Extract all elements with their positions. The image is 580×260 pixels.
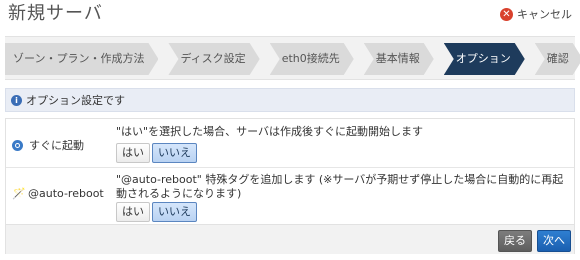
cancel-label: キャンセル (517, 8, 572, 21)
back-button[interactable]: 戻る (498, 230, 532, 252)
option-label: すぐに起動 (29, 139, 84, 152)
info-text: オプション設定です (26, 94, 125, 107)
boot-toggle-group: はい いいえ (116, 143, 199, 163)
wand-icon: 🪄 (12, 187, 26, 200)
boot-no-button[interactable]: いいえ (152, 143, 197, 163)
step-disk[interactable]: ディスク設定 (168, 43, 259, 75)
step-zone-plan[interactable]: ゾーン・プラン・作成方法 (5, 43, 158, 75)
power-icon (12, 139, 23, 151)
option-description: "はい"を選択した場合、サーバは作成後すぐに起動開始します (116, 125, 424, 138)
step-eth0[interactable]: eth0接続先 (270, 43, 354, 75)
cancel-icon: ✕ (500, 7, 513, 21)
option-label: @auto-reboot (28, 187, 104, 200)
step-basic-info[interactable]: 基本情報 (364, 43, 434, 75)
auto-reboot-toggle-group: はい いいえ (116, 202, 199, 222)
info-bar: i オプション設定です (5, 88, 575, 112)
option-row-boot: すぐに起動 "はい"を選択した場合、サーバは作成後すぐに起動開始します はい い… (6, 119, 574, 168)
cancel-button[interactable]: ✕ キャンセル (500, 6, 572, 22)
info-icon: i (11, 94, 22, 106)
wizard-steps: ゾーン・プラン・作成方法 ディスク設定 eth0接続先 基本情報 オプション 確… (5, 36, 575, 80)
option-row-auto-reboot: 🪄 @auto-reboot "@auto-reboot" 特殊タグを追加します… (6, 168, 574, 224)
step-options[interactable]: オプション (444, 43, 525, 75)
boot-yes-button[interactable]: はい (116, 143, 150, 163)
auto-reboot-no-button[interactable]: いいえ (152, 202, 197, 222)
option-description: "@auto-reboot" 特殊タグを追加します (※サーバが予期せず停止した… (116, 173, 564, 200)
page-title: 新規サーバ (8, 3, 103, 24)
next-button[interactable]: 次へ (537, 230, 571, 252)
auto-reboot-yes-button[interactable]: はい (116, 202, 150, 222)
step-confirm[interactable]: 確認 (535, 43, 580, 75)
footer-bar: 戻る 次へ (6, 224, 574, 254)
options-panel: すぐに起動 "はい"を選択した場合、サーバは作成後すぐに起動開始します はい い… (5, 118, 575, 254)
